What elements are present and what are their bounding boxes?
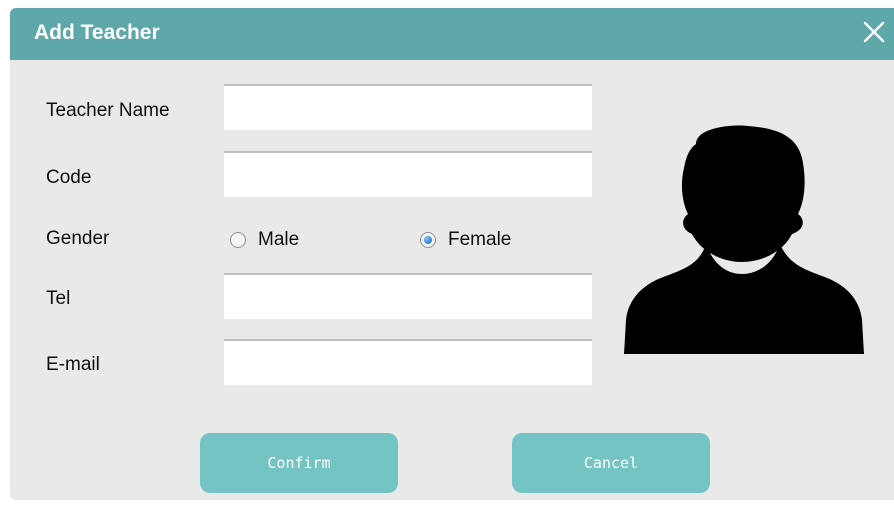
confirm-button[interactable]: Confirm: [200, 433, 398, 493]
add-teacher-dialog: Add Teacher Teacher Name Code Gender Mal…: [10, 8, 894, 500]
gender-male-radio[interactable]: Male: [230, 228, 299, 252]
dialog-title: Add Teacher: [34, 21, 160, 44]
tel-label: Tel: [46, 288, 71, 309]
tel-input[interactable]: [224, 273, 592, 319]
gender-female-radio[interactable]: Female: [420, 228, 511, 252]
close-icon[interactable]: [860, 18, 888, 46]
radio-button-icon[interactable]: [230, 232, 246, 248]
user-avatar-placeholder-icon[interactable]: [624, 124, 864, 354]
cancel-button[interactable]: Cancel: [512, 433, 710, 493]
teacher-name-label: Teacher Name: [46, 100, 170, 121]
email-input[interactable]: [224, 339, 592, 385]
gender-label: Gender: [46, 228, 110, 249]
gender-male-label: Male: [258, 229, 300, 250]
code-input[interactable]: [224, 151, 592, 197]
radio-button-selected-icon[interactable]: [420, 232, 436, 248]
teacher-name-input[interactable]: [224, 84, 592, 130]
dialog-titlebar: Add Teacher: [10, 8, 894, 60]
email-label: E-mail: [46, 354, 100, 375]
gender-female-label: Female: [448, 229, 512, 250]
code-label: Code: [46, 167, 92, 188]
